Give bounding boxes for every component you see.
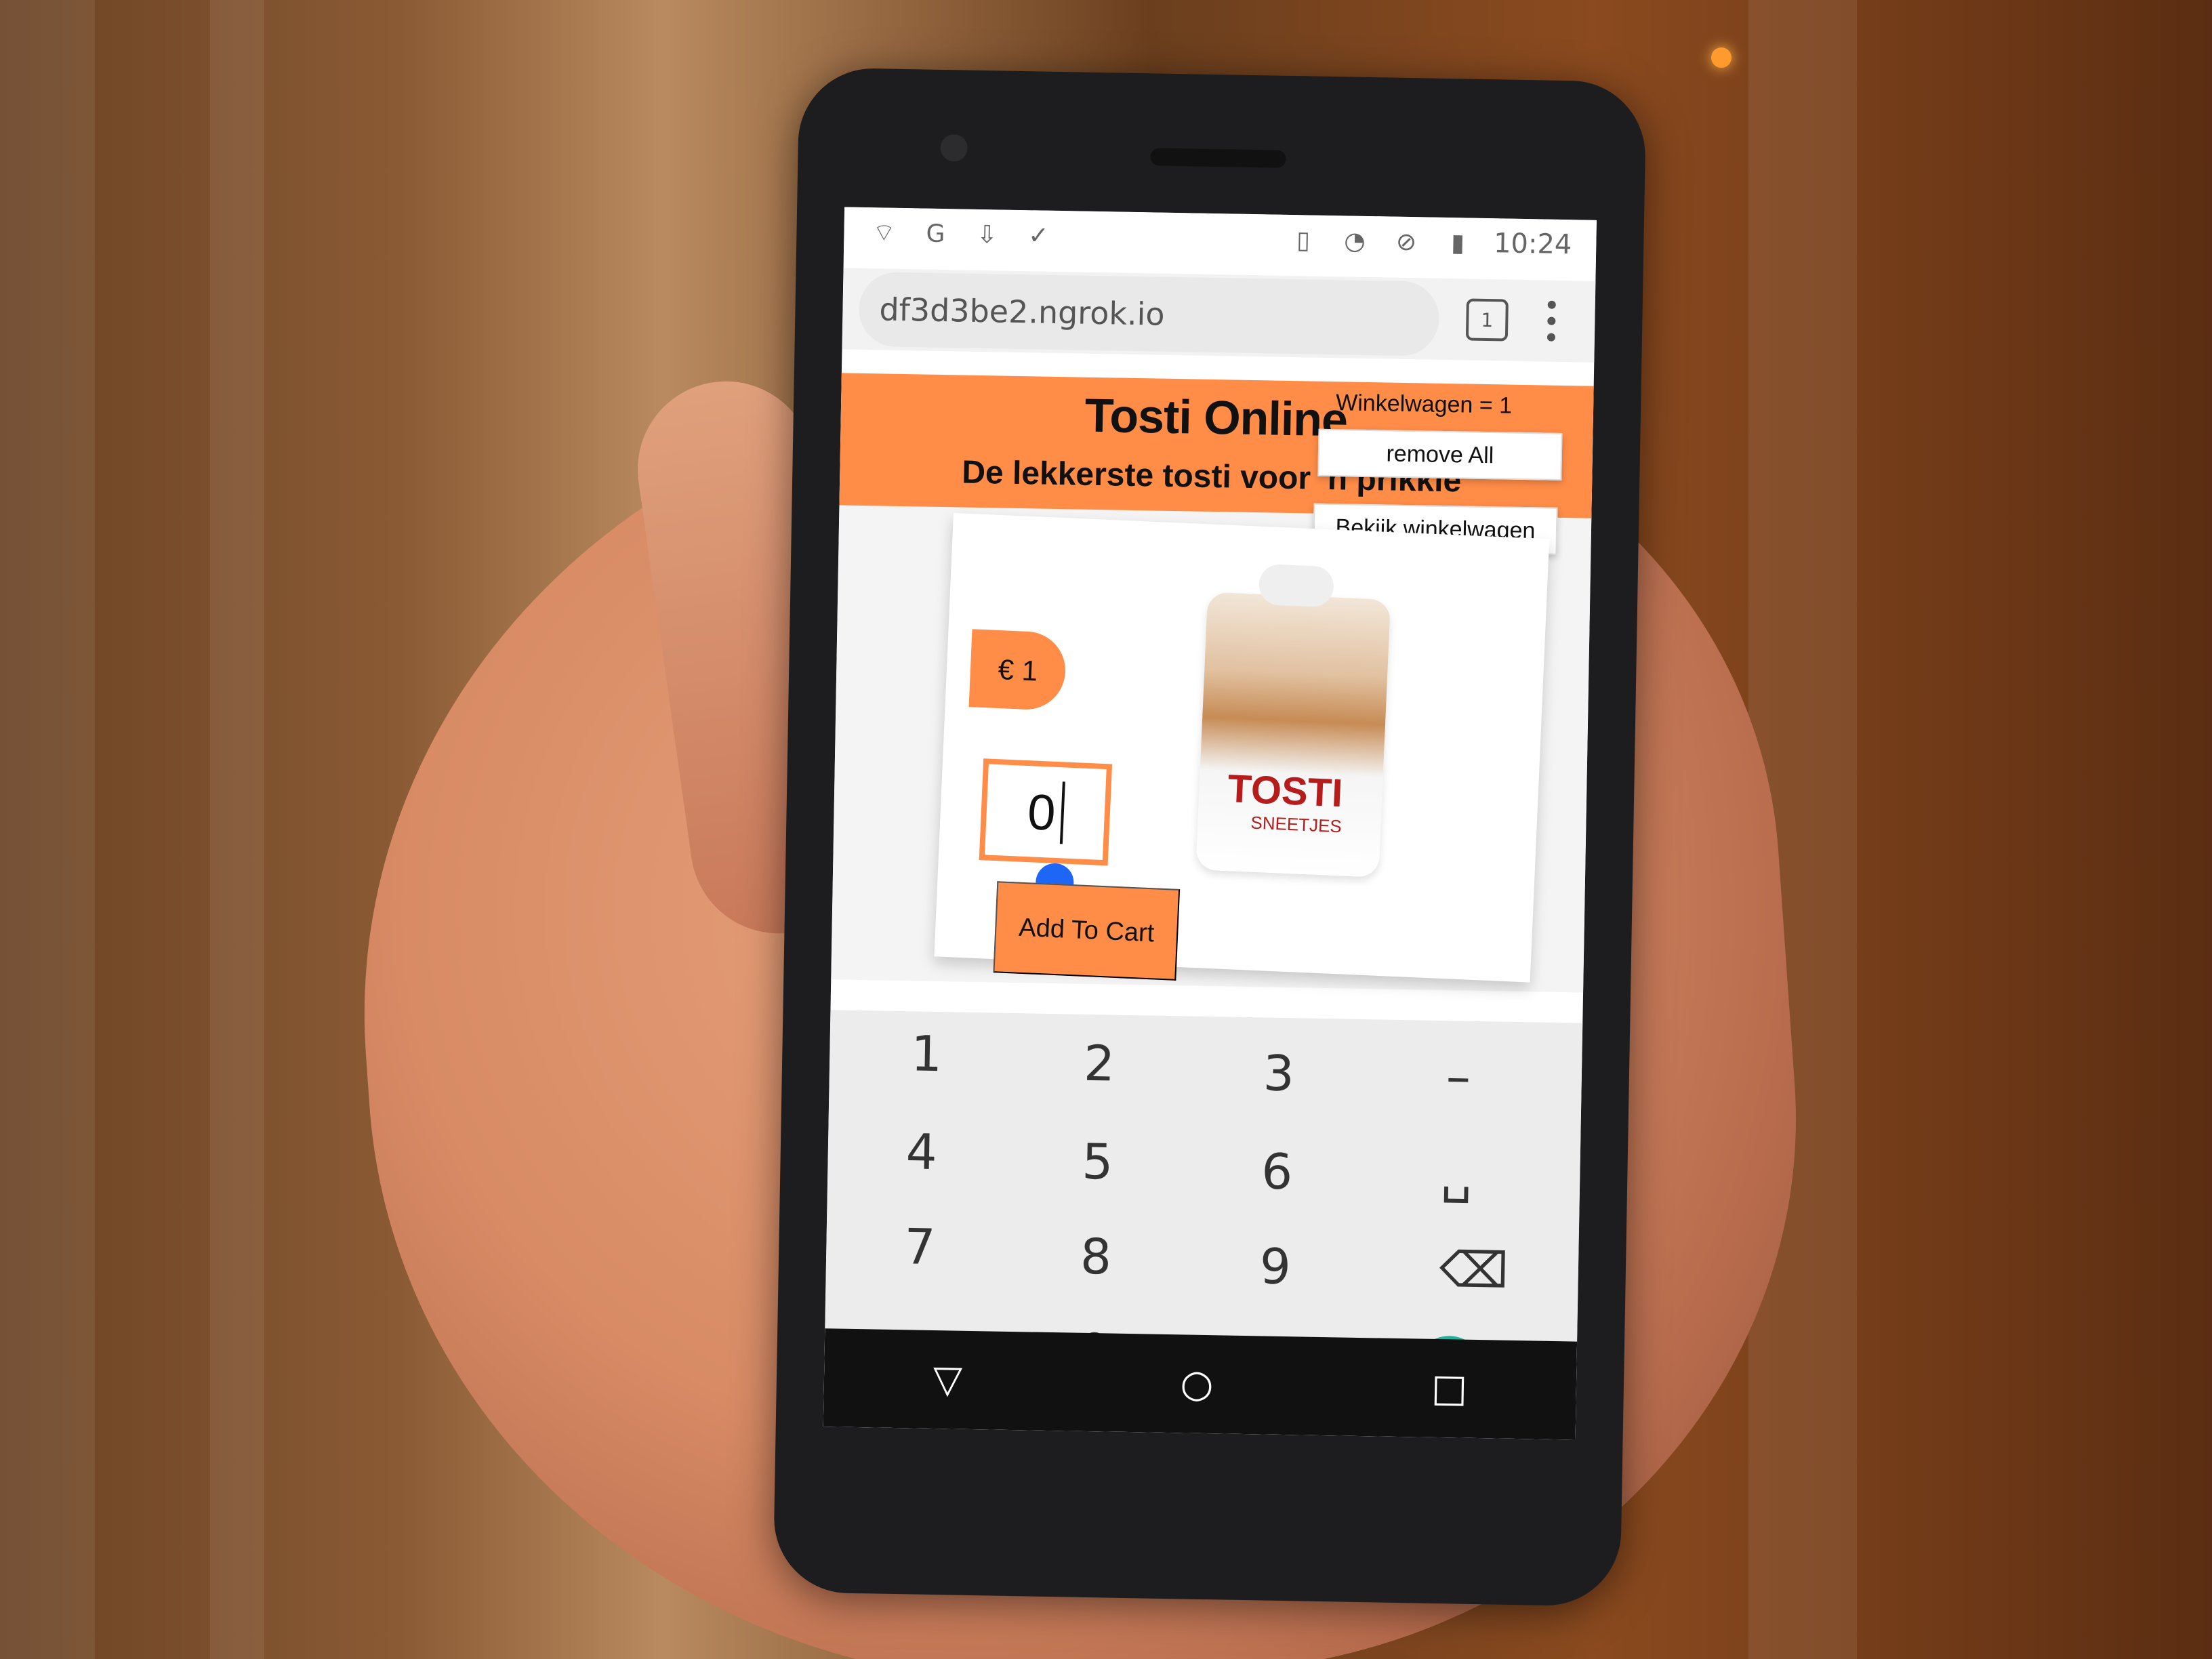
status-time: 10:24 — [1493, 228, 1572, 261]
key-6[interactable]: 6 — [1261, 1143, 1293, 1200]
key-space[interactable]: ␣ — [1441, 1146, 1473, 1204]
key-7[interactable]: 7 — [904, 1218, 936, 1275]
add-to-cart-button[interactable]: Add To Cart — [993, 881, 1181, 981]
phone-screen: ⌔ G ⇩ ✓ ▯ ◔ ⊘ ▮ 10:24 df3d3be2.ngrok.io … — [823, 207, 1597, 1440]
cart-count: Winkelwagen = 1 — [1335, 390, 1513, 419]
status-bar: ⌔ G ⇩ ✓ ▯ ◔ ⊘ ▮ 10:24 — [843, 207, 1597, 270]
price-tag: € 1 — [968, 629, 1067, 712]
text-cursor — [1059, 781, 1065, 844]
key-9[interactable]: 9 — [1259, 1237, 1291, 1295]
menu-dot — [1547, 333, 1556, 342]
menu-dot — [1547, 300, 1556, 309]
tab-count: 1 — [1481, 308, 1494, 331]
product-subtitle: SNEETJES — [1250, 812, 1343, 837]
speaker-grille — [1150, 148, 1286, 168]
key-3[interactable]: 3 — [1263, 1044, 1294, 1102]
product-card: € 1 0 Add To Cart TOSTI SNEETJES — [934, 512, 1550, 983]
check-download-icon: ✓ — [1028, 221, 1049, 250]
key-minus[interactable]: – — [1446, 1048, 1471, 1105]
key-5[interactable]: 5 — [1082, 1133, 1113, 1191]
site-header: Tosti Online De lekkerste tosti voor 'n … — [839, 373, 1594, 555]
status-left-icons: ⌔ G ⇩ ✓ — [868, 217, 1054, 251]
bag-top — [1258, 563, 1335, 608]
menu-dot — [1547, 316, 1556, 325]
phone-device: ⌔ G ⇩ ✓ ▯ ◔ ⊘ ▮ 10:24 df3d3be2.ngrok.io … — [773, 67, 1647, 1607]
no-sim-icon: ⊘ — [1395, 228, 1417, 256]
key-4[interactable]: 4 — [905, 1123, 937, 1181]
backspace-icon[interactable]: ⌫ — [1439, 1241, 1509, 1299]
wood-plank — [210, 0, 264, 1659]
wifi-icon: ◔ — [1344, 226, 1366, 255]
browser-toolbar: df3d3be2.ngrok.io 1 — [842, 268, 1596, 363]
key-8[interactable]: 8 — [1080, 1228, 1111, 1286]
download-icon: ⇩ — [977, 220, 998, 249]
front-camera — [940, 134, 968, 162]
key-2[interactable]: 2 — [1083, 1035, 1115, 1092]
tab-switcher-button[interactable]: 1 — [1465, 298, 1509, 342]
page-title: Tosti Online — [1084, 388, 1348, 447]
scene-background: ⌔ G ⇩ ✓ ▯ ◔ ⊘ ▮ 10:24 df3d3be2.ngrok.io … — [0, 0, 2212, 1659]
google-icon: G — [926, 220, 945, 248]
home-circle-icon[interactable]: ○ — [1180, 1361, 1214, 1406]
android-nav-bar: ▽ ○ □ — [823, 1328, 1578, 1440]
status-right-icons: ▯ ◔ ⊘ ▮ 10:24 — [1288, 224, 1572, 261]
address-bar[interactable]: df3d3be2.ngrok.io — [858, 271, 1440, 356]
product-image: TOSTI SNEETJES — [1195, 563, 1391, 878]
key-1[interactable]: 1 — [911, 1025, 943, 1082]
back-triangle-icon[interactable]: ▽ — [933, 1357, 962, 1402]
product-brand: TOSTI — [1227, 766, 1344, 816]
more-vertical-icon[interactable] — [1531, 300, 1572, 342]
quantity-input[interactable]: 0 — [979, 758, 1113, 866]
remove-all-button[interactable]: remove All — [1317, 428, 1563, 480]
quantity-value: 0 — [1026, 783, 1057, 841]
wifi-question-icon: ⌔ — [872, 218, 896, 247]
vibrate-icon: ▯ — [1296, 226, 1311, 254]
recents-square-icon[interactable]: □ — [1431, 1366, 1467, 1411]
wood-plank — [0, 0, 95, 1659]
battery-icon: ▮ — [1450, 228, 1465, 257]
web-page: Tosti Online De lekkerste tosti voor 'n … — [831, 373, 1594, 993]
device-light — [1711, 47, 1732, 68]
